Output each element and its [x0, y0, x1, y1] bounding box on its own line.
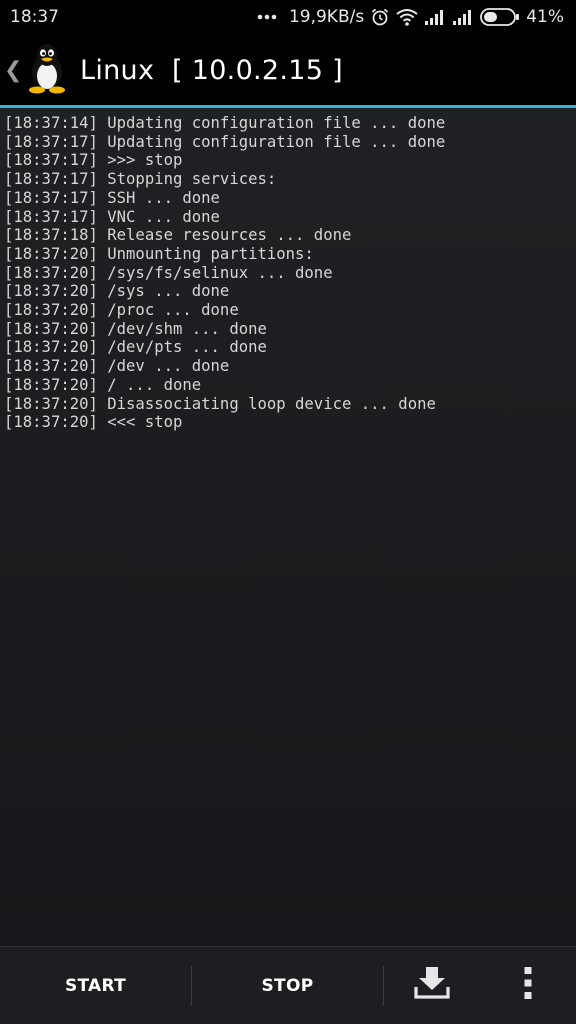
export-button[interactable] — [384, 947, 480, 1024]
battery-icon — [480, 8, 520, 26]
overflow-menu-button[interactable] — [480, 947, 576, 1024]
log-line: [18:37:20] /sys ... done — [4, 282, 230, 301]
overflow-menu-icon — [523, 966, 533, 1005]
log-line: [18:37:20] /dev/pts ... done — [4, 338, 267, 357]
status-time: 18:37 — [10, 7, 59, 27]
log-line: [18:37:20] /sys/fs/selinux ... done — [4, 263, 333, 282]
log-line: [18:37:17] Stopping services: — [4, 170, 277, 189]
log-line: [18:37:14] Updating configuration file .… — [4, 114, 446, 132]
log-line: [18:37:20] <<< stop — [4, 413, 183, 432]
log-line: [18:37:17] >>> stop — [4, 151, 183, 170]
network-speed: 19,9KB/s — [288, 7, 365, 27]
log-line: [18:37:17] VNC ... done — [4, 207, 220, 226]
chevron-left-icon[interactable]: ❮ — [4, 58, 22, 83]
start-button[interactable]: START — [0, 947, 191, 1024]
bottom-action-bar: START STOP — [0, 946, 576, 1024]
up-navigation[interactable]: ❮ — [0, 34, 72, 106]
download-tray-icon — [413, 965, 451, 1006]
action-bar: ❮ Linux [ 10.0.2.15 ] — [0, 34, 576, 106]
battery-percent: 41% — [526, 7, 564, 27]
signal-icon — [424, 9, 446, 25]
log-line: [18:37:20] /dev ... done — [4, 357, 230, 376]
signal-icon — [452, 9, 474, 25]
stop-button[interactable]: STOP — [192, 947, 383, 1024]
tux-penguin-icon — [22, 42, 72, 98]
log-line: [18:37:20] /dev/shm ... done — [4, 319, 267, 338]
log-line: [18:37:20] / ... done — [4, 375, 202, 394]
status-bar: 18:37 19,9KB/s 41% — [0, 0, 576, 34]
console-log: [18:37:14] Updating configuration file .… — [0, 108, 576, 946]
more-dots-icon — [257, 14, 277, 20]
wifi-icon — [396, 8, 418, 26]
alarm-clock-icon — [370, 7, 390, 27]
log-line: [18:37:20] Disassociating loop device ..… — [4, 394, 436, 413]
log-line: [18:37:20] Unmounting partitions: — [4, 244, 314, 263]
log-line: [18:37:17] SSH ... done — [4, 188, 220, 207]
status-icons: 19,9KB/s 41% — [257, 7, 564, 27]
log-line: [18:37:20] /proc ... done — [4, 301, 239, 320]
log-line: [18:37:17] Updating configuration file .… — [4, 132, 446, 151]
page-title: Linux [ 10.0.2.15 ] — [80, 54, 343, 86]
log-line: [18:37:18] Release resources ... done — [4, 226, 352, 245]
